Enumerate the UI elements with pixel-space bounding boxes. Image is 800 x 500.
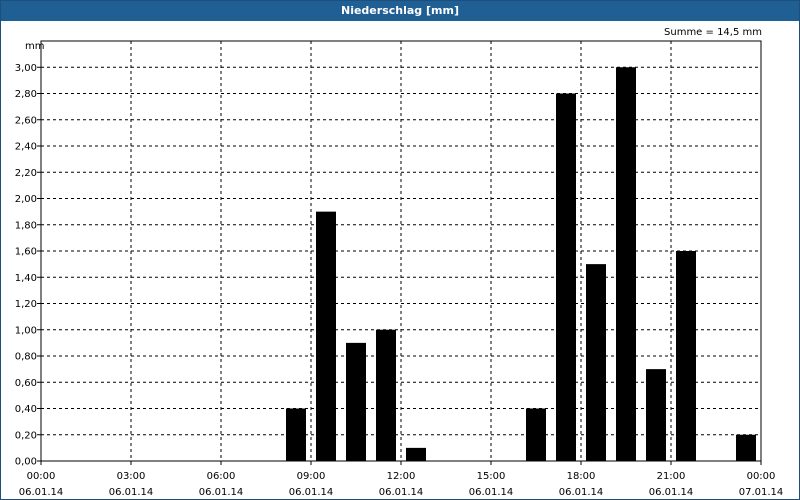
x-tick-label-time: 00:00 [747,471,776,482]
x-tick-label-date: 07.01.14 [739,487,784,498]
y-tick-label: 2,20 [15,168,37,179]
x-tick-label-date: 06.01.14 [469,487,514,498]
precipitation-chart: 0,00 0,20 0,40 0,60 0,80 1,00 1,20 1,40 1,60 1,80… [15,40,784,498]
y-tick-label: 2,40 [15,142,37,153]
y-tick-label: 1,80 [15,220,37,231]
x-tick-label-time: 18:00 [567,471,596,482]
bar-1200 [406,447,426,461]
bar-1000 [346,342,366,461]
x-tick-label-time: 12:00 [387,471,416,482]
x-tick-label-time: 09:00 [297,471,326,482]
y-tick-label: 2,00 [15,194,37,205]
y-tick-label: 2,80 [15,89,37,100]
y-tick-label: 0,80 [15,352,37,363]
x-tick-label-date: 06.01.14 [19,487,64,498]
x-tick-label-date: 06.01.14 [289,487,334,498]
bar-0800 [286,408,306,461]
x-tick-label-date: 06.01.14 [199,487,244,498]
bar-1700 [556,93,576,461]
x-tick-label-time: 00:00 [27,471,56,482]
y-tick-label: 0,40 [15,404,37,415]
bar-1100 [376,329,396,461]
bar-1900 [616,67,636,461]
y-tick-label: 1,00 [15,325,37,336]
y-tick-label: 0,00 [15,457,37,468]
bar-0900 [316,211,336,461]
bar-1600 [526,408,546,461]
sum-annotation: Summe = 14,5 mm [664,27,762,38]
bar-2000 [646,369,666,461]
y-tick-label: 1,40 [15,273,37,284]
x-tick-label-date: 06.01.14 [559,487,604,498]
y-tick-label: 0,20 [15,430,37,441]
x-tick-label-date: 06.01.14 [649,487,694,498]
x-tick-label-date: 06.01.14 [379,487,424,498]
bar-1800 [586,264,606,461]
bar-2100 [676,251,696,461]
x-tick-label-date: 06.01.14 [109,487,154,498]
chart-window: Niederschlag [mm] 0,00 0,20 0,40 0,60 0,80 1,… [0,0,800,500]
y-tick-label: 1,20 [15,299,37,310]
y-tick-label: 3,00 [15,63,37,74]
bar-2300 [736,434,756,461]
y-tick-label: 0,60 [15,378,37,389]
x-tick-label-time: 06:00 [207,471,236,482]
x-tick-label-time: 21:00 [657,471,686,482]
y-tick-label: 2,60 [15,115,37,126]
y-axis-unit: mm [25,41,45,52]
x-tick-label-time: 03:00 [117,471,146,482]
x-tick-label-time: 15:00 [477,471,506,482]
y-tick-label: 1,60 [15,247,37,258]
